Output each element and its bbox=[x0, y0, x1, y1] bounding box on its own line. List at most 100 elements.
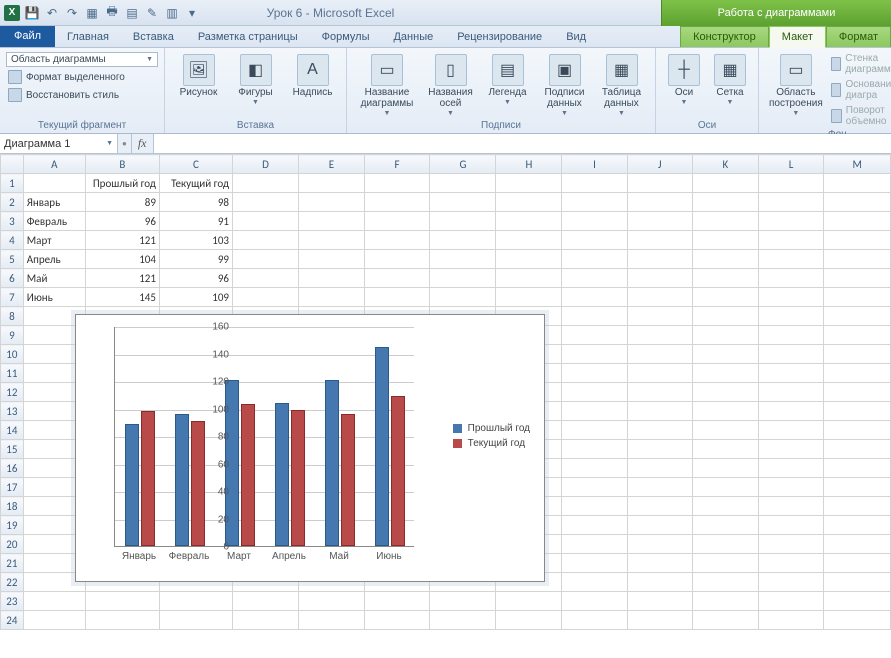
cell[interactable] bbox=[562, 535, 627, 554]
cell[interactable] bbox=[23, 611, 85, 630]
cell[interactable] bbox=[496, 592, 562, 611]
row-header[interactable]: 14 bbox=[1, 421, 24, 440]
cell[interactable] bbox=[627, 516, 692, 535]
cell[interactable] bbox=[692, 497, 758, 516]
column-header[interactable]: H bbox=[496, 155, 562, 174]
cell[interactable] bbox=[85, 611, 159, 630]
cell[interactable] bbox=[562, 497, 627, 516]
cell[interactable] bbox=[496, 193, 562, 212]
cell[interactable] bbox=[562, 231, 627, 250]
tab-chart-design[interactable]: Конструктор bbox=[680, 26, 769, 47]
row-header[interactable]: 8 bbox=[1, 307, 24, 326]
chart-bar[interactable] bbox=[275, 403, 289, 546]
cell[interactable] bbox=[692, 554, 758, 573]
cell[interactable] bbox=[692, 326, 758, 345]
chart-bar[interactable] bbox=[241, 404, 255, 546]
cell[interactable] bbox=[562, 440, 627, 459]
cell[interactable]: Апрель bbox=[23, 250, 85, 269]
name-box[interactable]: Диаграмма 1 ▼ bbox=[0, 134, 118, 153]
chart-bar[interactable] bbox=[375, 347, 389, 546]
cell[interactable] bbox=[627, 326, 692, 345]
cell[interactable] bbox=[364, 288, 430, 307]
cell[interactable] bbox=[758, 592, 824, 611]
row-header[interactable]: 19 bbox=[1, 516, 24, 535]
cell[interactable] bbox=[233, 212, 299, 231]
chart-bar[interactable] bbox=[341, 414, 355, 546]
row-header[interactable]: 1 bbox=[1, 174, 24, 193]
cell[interactable] bbox=[758, 421, 824, 440]
cell[interactable] bbox=[562, 421, 627, 440]
cell[interactable] bbox=[824, 459, 891, 478]
cell[interactable] bbox=[562, 174, 627, 193]
cell[interactable] bbox=[692, 288, 758, 307]
row-header[interactable]: 16 bbox=[1, 459, 24, 478]
chart-bar[interactable] bbox=[125, 424, 139, 546]
column-header[interactable]: L bbox=[758, 155, 824, 174]
chart-title-button[interactable]: ▭Название диаграммы▼ bbox=[353, 52, 421, 119]
tab-page-layout[interactable]: Разметка страницы bbox=[186, 27, 310, 47]
cell[interactable] bbox=[692, 402, 758, 421]
cell[interactable] bbox=[430, 592, 496, 611]
cell[interactable] bbox=[364, 269, 430, 288]
cell[interactable] bbox=[364, 212, 430, 231]
cell[interactable] bbox=[758, 573, 824, 592]
cell[interactable] bbox=[627, 611, 692, 630]
cell[interactable] bbox=[692, 611, 758, 630]
format-selection-button[interactable]: Формат выделенного bbox=[6, 69, 158, 85]
cell[interactable] bbox=[562, 326, 627, 345]
chart-bar[interactable] bbox=[191, 421, 205, 546]
cell[interactable]: 104 bbox=[85, 250, 159, 269]
tab-chart-layout[interactable]: Макет bbox=[769, 26, 826, 48]
chart-bar[interactable] bbox=[175, 414, 189, 546]
cell[interactable] bbox=[758, 174, 824, 193]
cell[interactable] bbox=[692, 421, 758, 440]
cell[interactable] bbox=[299, 288, 365, 307]
cell[interactable] bbox=[824, 497, 891, 516]
cell[interactable]: Март bbox=[23, 231, 85, 250]
cell[interactable] bbox=[758, 459, 824, 478]
cell[interactable] bbox=[824, 193, 891, 212]
column-header[interactable]: C bbox=[159, 155, 232, 174]
plot-area-button[interactable]: ▭Область построения▼ bbox=[765, 52, 827, 119]
cell[interactable] bbox=[692, 364, 758, 383]
cell[interactable] bbox=[758, 307, 824, 326]
cell[interactable] bbox=[758, 478, 824, 497]
cell[interactable] bbox=[562, 269, 627, 288]
column-header[interactable]: F bbox=[364, 155, 430, 174]
cell[interactable]: 99 bbox=[159, 250, 232, 269]
tab-home[interactable]: Главная bbox=[55, 27, 121, 47]
cell[interactable]: Июнь bbox=[23, 288, 85, 307]
cell[interactable] bbox=[758, 535, 824, 554]
cell[interactable]: 109 bbox=[159, 288, 232, 307]
row-header[interactable]: 12 bbox=[1, 383, 24, 402]
cell[interactable] bbox=[824, 269, 891, 288]
cell[interactable] bbox=[562, 288, 627, 307]
cell[interactable] bbox=[562, 307, 627, 326]
cell[interactable] bbox=[824, 611, 891, 630]
cell[interactable]: 96 bbox=[85, 212, 159, 231]
cell[interactable] bbox=[430, 174, 496, 193]
cell[interactable] bbox=[233, 250, 299, 269]
cell[interactable] bbox=[430, 212, 496, 231]
chart-element-combo[interactable]: Область диаграммы ▼ bbox=[6, 52, 158, 67]
chart-legend[interactable]: Прошлый год Текущий год bbox=[453, 419, 530, 453]
worksheet-grid[interactable]: ABCDEFGHIJKLM1Прошлый годТекущий год2Янв… bbox=[0, 154, 891, 658]
cell[interactable] bbox=[692, 345, 758, 364]
chart-bar[interactable] bbox=[325, 380, 339, 546]
cell[interactable] bbox=[364, 193, 430, 212]
embedded-chart[interactable]: 020406080100120140160 ЯнварьФевральМартА… bbox=[75, 314, 545, 582]
axes-button[interactable]: ┼Оси▼ bbox=[662, 52, 706, 108]
cell[interactable] bbox=[496, 611, 562, 630]
cell[interactable] bbox=[627, 421, 692, 440]
cell[interactable] bbox=[692, 440, 758, 459]
cell[interactable] bbox=[758, 345, 824, 364]
cell[interactable] bbox=[159, 592, 232, 611]
cell[interactable] bbox=[364, 250, 430, 269]
cell[interactable] bbox=[364, 592, 430, 611]
cell[interactable] bbox=[692, 535, 758, 554]
cell[interactable] bbox=[233, 231, 299, 250]
row-header[interactable]: 5 bbox=[1, 250, 24, 269]
cell[interactable] bbox=[299, 231, 365, 250]
cell[interactable] bbox=[692, 383, 758, 402]
tab-insert[interactable]: Вставка bbox=[121, 27, 186, 47]
